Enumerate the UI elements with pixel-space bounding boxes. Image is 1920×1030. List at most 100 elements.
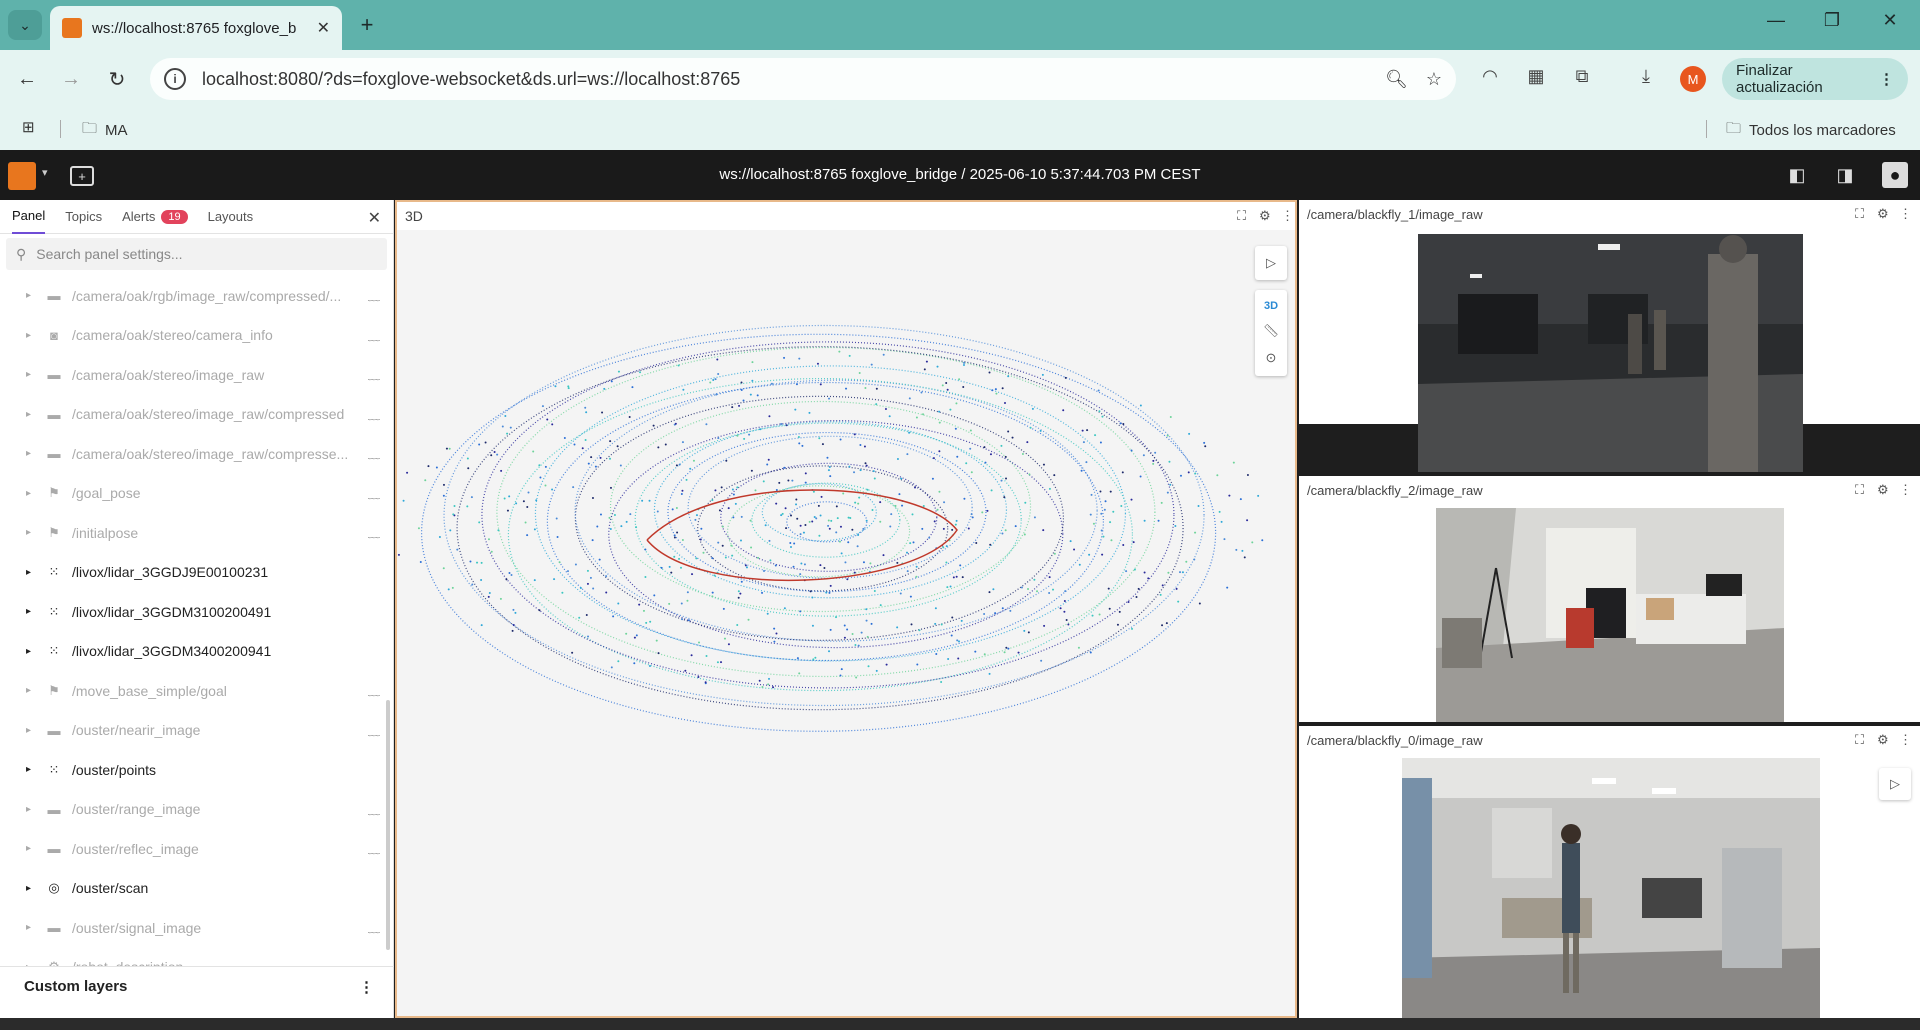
caret-right-icon[interactable]: ▸ bbox=[26, 764, 36, 775]
tab-alerts[interactable]: Alerts 19 bbox=[122, 200, 188, 234]
visibility-off-icon[interactable]: ﹏ bbox=[368, 919, 380, 936]
panel-settings-search[interactable]: ⚲ Search panel settings... bbox=[6, 238, 387, 270]
visibility-off-icon[interactable]: ﹏ bbox=[368, 366, 380, 383]
zoom-icon[interactable]: 🔍︎ bbox=[1385, 69, 1408, 90]
tab-layouts[interactable]: Layouts bbox=[208, 200, 254, 234]
tree-row[interactable]: ▸ ▬ /ouster/signal_image ﹏ bbox=[0, 908, 394, 948]
forward-button[interactable]: → bbox=[56, 64, 86, 94]
tab-search-button[interactable]: ⌄ bbox=[8, 10, 42, 40]
tree-row[interactable]: ▸ ⁙ /livox/lidar_3GGDJ9E00100231 bbox=[0, 553, 394, 593]
kebab-menu-icon[interactable]: ⋮ bbox=[1281, 208, 1294, 224]
caret-right-icon[interactable]: ▸ bbox=[26, 448, 36, 459]
left-sidebar-toggle-icon[interactable]: ◧ bbox=[1784, 162, 1810, 188]
tree-row[interactable]: ▸ ◙ /camera/oak/stereo/camera_info ﹏ bbox=[0, 316, 394, 356]
gear-icon[interactable]: ⚙ bbox=[1877, 206, 1889, 222]
kebab-menu-icon[interactable]: ⋮ bbox=[359, 978, 374, 996]
tree-row[interactable]: ▸ ▬ /camera/oak/stereo/image_raw ﹏ bbox=[0, 355, 394, 395]
tree-row[interactable]: ▸ ▬ /camera/oak/rgb/image_raw/compressed/.… bbox=[0, 276, 394, 316]
reload-button[interactable]: ↻ bbox=[102, 64, 132, 94]
close-tab-icon[interactable]: ✕ bbox=[317, 18, 330, 38]
caret-right-icon[interactable]: ▸ bbox=[26, 804, 36, 815]
right-sidebar-toggle-icon[interactable]: ◨ bbox=[1832, 162, 1858, 188]
visibility-off-icon[interactable]: ﹏ bbox=[368, 485, 380, 502]
tree-row[interactable]: ▸ ▬ /camera/oak/stereo/image_raw/compresse… bbox=[0, 434, 394, 474]
minimize-button[interactable]: — bbox=[1756, 10, 1796, 31]
point-cloud-canvas[interactable] bbox=[397, 230, 1295, 1016]
fullscreen-icon[interactable]: ⛶ bbox=[1855, 732, 1864, 748]
tree-row[interactable]: ▸ ⚑ /initialpose ﹏ bbox=[0, 513, 394, 553]
caret-right-icon[interactable]: ▸ bbox=[26, 922, 36, 933]
tab-topics[interactable]: Topics bbox=[65, 200, 102, 234]
back-button[interactable]: ← bbox=[12, 64, 42, 94]
visibility-off-icon[interactable]: ﹏ bbox=[368, 959, 380, 966]
visibility-off-icon[interactable]: ﹏ bbox=[368, 524, 380, 541]
tree-row[interactable]: ▸ ⚑ /goal_pose ﹏ bbox=[0, 474, 394, 514]
finish-update-button[interactable]: Finalizar actualización ⋮ bbox=[1722, 58, 1908, 100]
extensions-puzzle-icon[interactable]: ⧉ bbox=[1568, 66, 1596, 87]
caret-right-icon[interactable]: ▸ bbox=[26, 290, 36, 301]
kebab-menu-icon[interactable]: ⋮ bbox=[1899, 206, 1912, 222]
visibility-off-icon[interactable]: ﹏ bbox=[368, 682, 380, 699]
caret-right-icon[interactable]: ▸ bbox=[26, 843, 36, 854]
camera-panel-1[interactable]: /camera/blackfly_1/image_raw ⛶ ⚙ ⋮ bbox=[1299, 200, 1920, 472]
apps-grid-icon[interactable]: ⊞ bbox=[22, 118, 35, 136]
site-info-icon[interactable]: i bbox=[164, 68, 186, 90]
visibility-off-icon[interactable]: ﹏ bbox=[368, 406, 380, 423]
caret-right-icon[interactable]: ▸ bbox=[26, 409, 36, 420]
caret-right-icon[interactable]: ▸ bbox=[26, 685, 36, 696]
kebab-menu-icon[interactable]: ⋮ bbox=[1899, 482, 1912, 498]
caret-right-icon[interactable]: ▸ bbox=[26, 330, 36, 341]
caret-right-icon[interactable]: ▸ bbox=[26, 646, 36, 657]
download-icon[interactable]: ⤓ bbox=[1632, 66, 1660, 87]
bookmark-folder-ma[interactable]: 🗀 MA bbox=[82, 118, 128, 143]
tree-row[interactable]: ▸ ◎ /ouster/scan bbox=[0, 869, 394, 909]
tree-row[interactable]: ▸ ▬ /ouster/nearir_image ﹏ bbox=[0, 711, 394, 751]
fullscreen-icon[interactable]: ⛶ bbox=[1855, 206, 1864, 222]
scrollbar[interactable] bbox=[386, 700, 390, 950]
gear-icon[interactable]: ⚙ bbox=[1877, 732, 1889, 748]
close-sidebar-icon[interactable]: ✕ bbox=[368, 208, 381, 228]
url-text[interactable]: localhost:8080/?ds=foxglove-websocket&ds… bbox=[202, 69, 1367, 90]
browser-tab[interactable]: ws://localhost:8765 foxglove_b ✕ bbox=[50, 6, 342, 50]
bookmark-star-icon[interactable]: ☆ bbox=[1426, 69, 1442, 90]
caret-right-icon[interactable]: ▸ bbox=[26, 883, 36, 894]
caret-right-icon[interactable]: ▸ bbox=[26, 369, 36, 380]
caret-right-icon[interactable]: ▸ bbox=[26, 567, 36, 578]
caret-right-icon[interactable]: ▸ bbox=[26, 606, 36, 617]
gear-icon[interactable]: ⚙ bbox=[1259, 208, 1271, 224]
all-bookmarks-button[interactable]: 🗀 Todos los marcadores bbox=[1726, 118, 1896, 143]
restore-button[interactable]: ❐ bbox=[1812, 10, 1852, 31]
visibility-off-icon[interactable]: ﹏ bbox=[368, 801, 380, 818]
caret-right-icon[interactable]: ▸ bbox=[26, 725, 36, 736]
tree-row[interactable]: ▸ ⁙ /livox/lidar_3GGDM3100200491 bbox=[0, 592, 394, 632]
close-window-button[interactable]: ✕ bbox=[1870, 10, 1910, 31]
gear-icon[interactable]: ⚙ bbox=[1877, 482, 1889, 498]
camera-panel-0[interactable]: /camera/blackfly_0/image_raw ⛶ ⚙ ⋮ ▷ bbox=[1299, 726, 1920, 1018]
address-bar[interactable]: i localhost:8080/?ds=foxglove-websocket&… bbox=[150, 58, 1456, 100]
select-tool-button[interactable]: ▷ bbox=[1879, 768, 1911, 800]
tab-panel[interactable]: Panel bbox=[12, 200, 46, 234]
new-tab-button[interactable]: + bbox=[352, 10, 382, 40]
camera-panel-2[interactable]: /camera/blackfly_2/image_raw ⛶ ⚙ ⋮ bbox=[1299, 476, 1920, 722]
tree-row[interactable]: ▸ ▬ /ouster/reflec_image ﹏ bbox=[0, 829, 394, 869]
kebab-menu-icon[interactable]: ⋮ bbox=[1899, 732, 1912, 748]
fullscreen-icon[interactable]: ⛶ bbox=[1855, 482, 1864, 498]
tree-row[interactable]: ▸⚙/robot_description﹏ bbox=[0, 948, 394, 966]
qr-code-icon[interactable]: ▦ bbox=[1522, 66, 1550, 87]
visibility-off-icon[interactable]: ﹏ bbox=[368, 445, 380, 462]
caret-right-icon[interactable]: ▸ bbox=[26, 488, 36, 499]
visibility-off-icon[interactable]: ﹏ bbox=[368, 287, 380, 304]
profile-avatar[interactable]: M bbox=[1680, 66, 1706, 92]
custom-layers-section[interactable]: Custom layers ⋮ bbox=[0, 966, 394, 1006]
fullscreen-icon[interactable]: ⛶ bbox=[1237, 208, 1246, 224]
caret-right-icon[interactable]: ▸ bbox=[26, 527, 36, 538]
visibility-off-icon[interactable]: ﹏ bbox=[368, 722, 380, 739]
tree-row[interactable]: ▸ ⚑ /move_base_simple/goal ﹏ bbox=[0, 671, 394, 711]
visibility-off-icon[interactable]: ﹏ bbox=[368, 327, 380, 344]
extension-arc-icon[interactable]: ◠ bbox=[1476, 66, 1504, 87]
tree-row[interactable]: ▸ ▬ /ouster/range_image ﹏ bbox=[0, 790, 394, 830]
tree-row[interactable]: ▸ ⁙ /ouster/points bbox=[0, 750, 394, 790]
tree-row[interactable]: ▸ ▬ /camera/oak/stereo/image_raw/compresse… bbox=[0, 395, 394, 435]
3d-panel[interactable]: 3D ⛶ ⚙ ⋮ ▷ 3D 📏︎ ⊙ bbox=[395, 200, 1297, 1018]
tree-row[interactable]: ▸ ⁙ /livox/lidar_3GGDM3400200941 bbox=[0, 632, 394, 672]
